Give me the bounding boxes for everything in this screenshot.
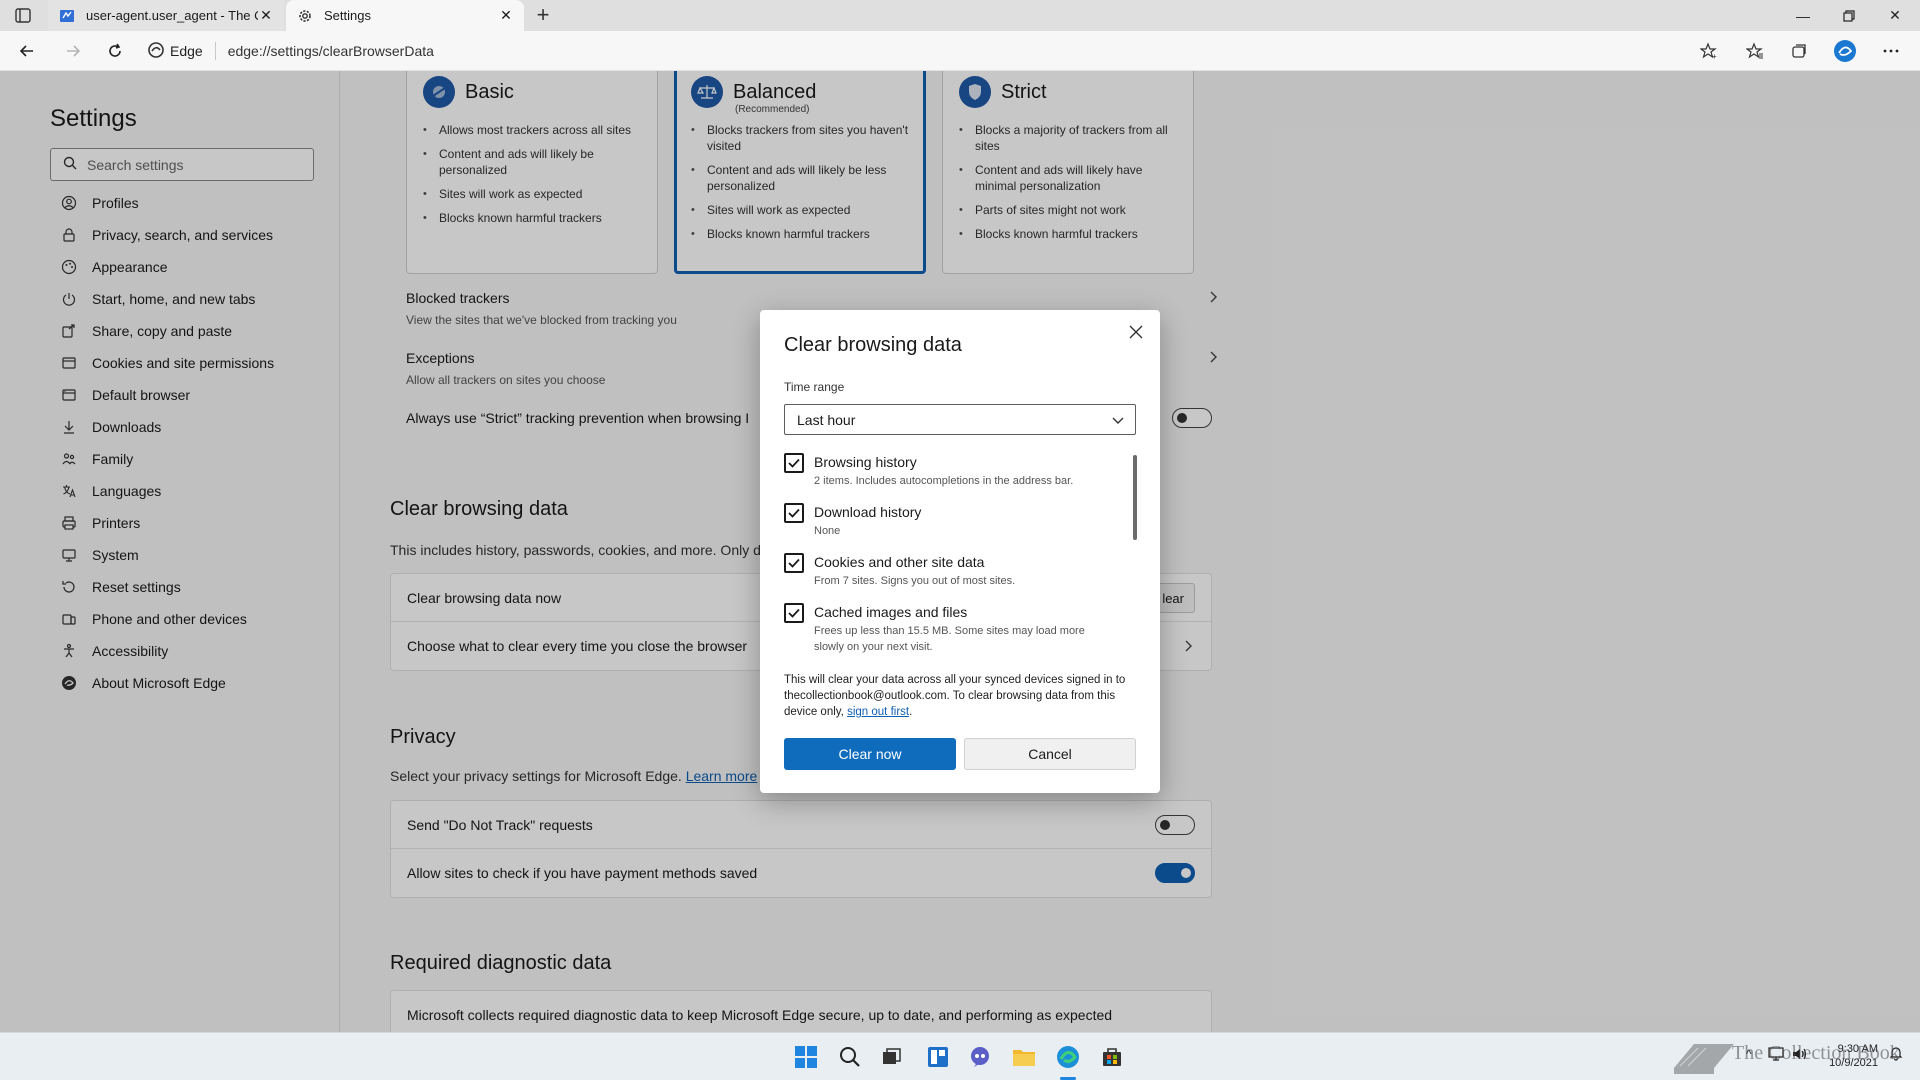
checkmark-icon <box>788 458 800 468</box>
clear-now-button[interactable]: Clear now <box>784 738 956 770</box>
option-label: Download history <box>814 504 922 520</box>
download-history-option[interactable]: Download history None <box>784 503 1124 553</box>
collections-icon[interactable] <box>1786 39 1812 63</box>
cookies-checkbox[interactable] <box>784 553 804 573</box>
close-window-icon[interactable]: ✕ <box>1872 0 1918 31</box>
data-type-list: Browsing history 2 items. Includes autoc… <box>784 453 1124 653</box>
option-label: Cookies and other site data <box>814 554 985 570</box>
url-text[interactable]: edge://settings/clearBrowserData <box>216 43 434 59</box>
profile-avatar-icon[interactable] <box>1832 39 1858 63</box>
checkmark-icon <box>788 608 800 618</box>
chevron-down-icon <box>1112 417 1124 424</box>
watermark-text: The Collection Book <box>1732 1042 1900 1064</box>
minimize-icon[interactable]: — <box>1780 0 1826 31</box>
close-tab-icon[interactable]: ✕ <box>498 7 514 24</box>
forward-icon[interactable] <box>60 39 86 63</box>
svg-text:+: + <box>1712 52 1717 60</box>
option-description: From 7 sites. Signs you out of most site… <box>814 575 1016 587</box>
more-options-icon[interactable] <box>1878 39 1904 63</box>
task-view-icon[interactable] <box>878 1043 906 1071</box>
favorite-star-icon[interactable]: + <box>1696 39 1722 63</box>
tab-user-agent[interactable]: user-agent.user_agent - The Coll ✕ <box>48 0 284 31</box>
tab-title: Settings <box>324 8 371 23</box>
windows-taskbar: ^ 9:30 AM 10/9/2021 <box>0 1032 1920 1080</box>
taskbar-search-icon[interactable] <box>836 1043 864 1071</box>
time-range-label: Time range <box>784 380 845 394</box>
refresh-icon[interactable] <box>102 39 128 63</box>
close-icon[interactable] <box>1124 320 1148 344</box>
tab-settings[interactable]: Settings ✕ <box>286 0 524 31</box>
page-favicon-icon <box>58 7 76 25</box>
option-description: Frees up less than 15.5 MB. Some sites m… <box>814 625 1085 653</box>
gear-icon <box>296 7 314 25</box>
cached-images-checkbox[interactable] <box>784 603 804 623</box>
option-description: 2 items. Includes autocompletions in the… <box>814 475 1074 487</box>
store-icon[interactable] <box>1098 1043 1126 1071</box>
option-description: None <box>814 525 841 537</box>
time-range-select[interactable]: Last hour <box>784 404 1136 435</box>
site-label: Edge <box>170 43 203 59</box>
address-bar[interactable]: Edge edge://settings/clearBrowserData <box>148 37 1708 65</box>
browsing-history-option[interactable]: Browsing history 2 items. Includes autoc… <box>784 453 1124 503</box>
file-explorer-icon[interactable] <box>1010 1043 1038 1071</box>
download-history-checkbox[interactable] <box>784 503 804 523</box>
browsing-history-checkbox[interactable] <box>784 453 804 473</box>
option-label: Cached images and files <box>814 604 968 620</box>
edge-taskbar-icon[interactable] <box>1054 1043 1082 1071</box>
address-toolbar: Edge edge://settings/clearBrowserData + <box>0 31 1920 71</box>
clear-browsing-data-dialog: Clear browsing data Time range Last hour… <box>760 310 1160 793</box>
close-tab-icon[interactable]: ✕ <box>258 7 274 24</box>
windows-start-icon[interactable] <box>792 1043 820 1071</box>
sync-note: This will clear your data across all you… <box>784 672 1136 720</box>
sync-note-end: . <box>909 706 913 718</box>
checkmark-icon <box>788 558 800 568</box>
widgets-icon[interactable] <box>924 1043 952 1071</box>
cookies-option[interactable]: Cookies and other site data From 7 sites… <box>784 553 1124 603</box>
edge-icon <box>148 41 164 61</box>
tab-actions-icon[interactable] <box>12 7 34 25</box>
dialog-scrollbar[interactable] <box>1133 455 1137 540</box>
new-tab-icon[interactable]: + <box>533 4 553 26</box>
cached-images-option[interactable]: Cached images and files Frees up less th… <box>784 603 1124 653</box>
dialog-title: Clear browsing data <box>784 334 962 356</box>
sync-note-text: This will clear your data across all you… <box>784 674 1126 718</box>
time-range-value: Last hour <box>797 411 856 428</box>
checkmark-icon <box>788 508 800 518</box>
cancel-button[interactable]: Cancel <box>964 738 1136 770</box>
option-label: Browsing history <box>814 454 917 470</box>
back-icon[interactable] <box>14 39 40 63</box>
favorites-icon[interactable] <box>1742 39 1768 63</box>
site-info-chip[interactable]: Edge <box>148 41 216 61</box>
chat-icon[interactable] <box>966 1043 994 1071</box>
maximize-icon[interactable] <box>1826 0 1872 31</box>
title-bar: user-agent.user_agent - The Coll ✕ Setti… <box>0 0 1920 31</box>
sign-out-first-link[interactable]: sign out first <box>847 706 909 718</box>
tab-title: user-agent.user_agent - The Coll <box>86 8 258 23</box>
